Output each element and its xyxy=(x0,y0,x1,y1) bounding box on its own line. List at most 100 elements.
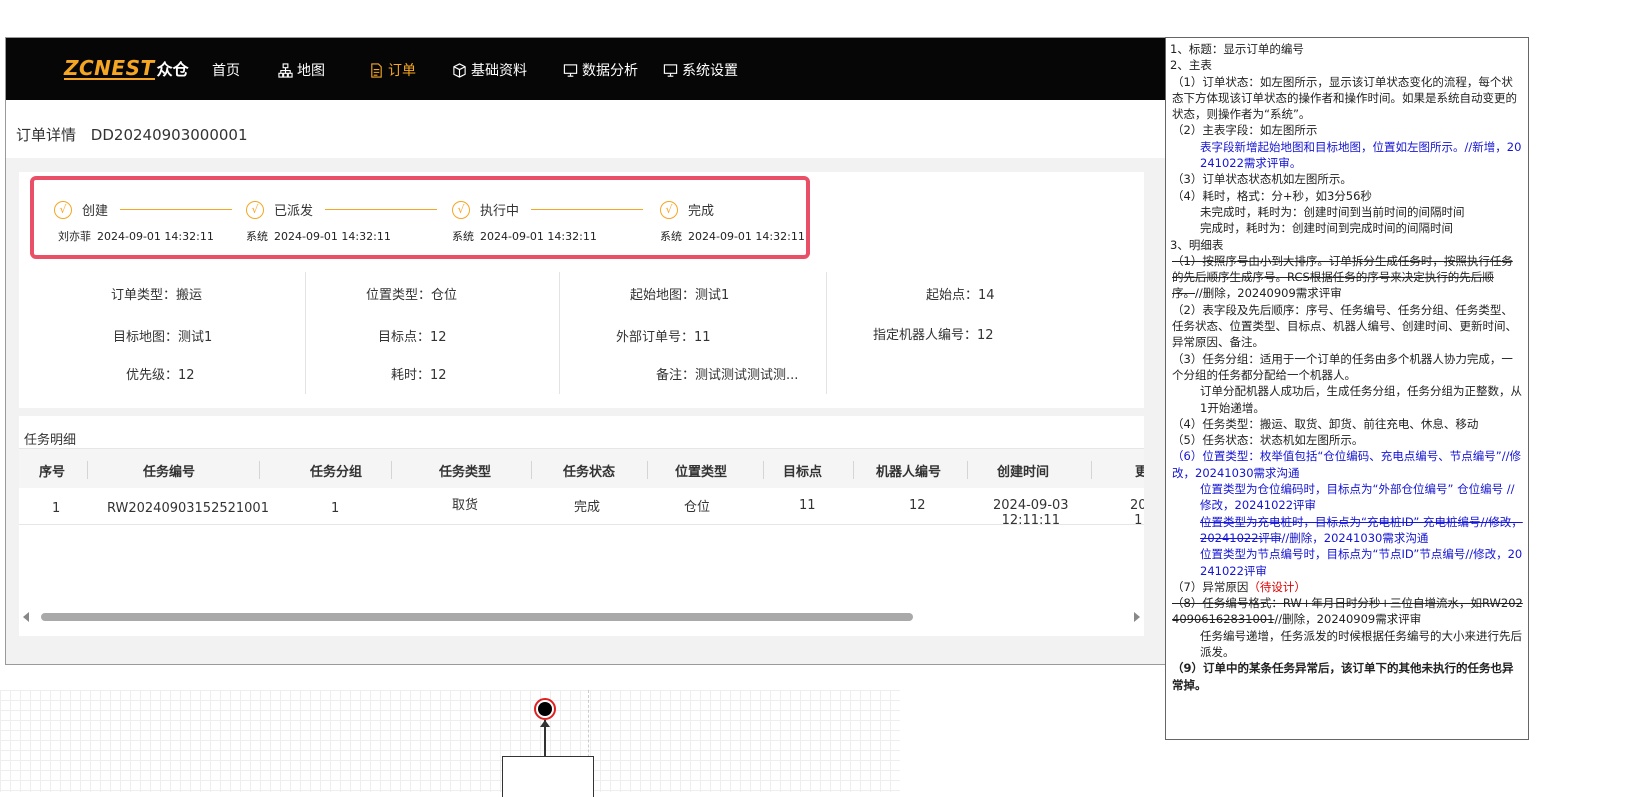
table-row[interactable]: 1 RW20240903152521001 1 取货 完成 仓位 11 12 2… xyxy=(19,488,1144,528)
table-header: 序号 任务编号 任务分组 任务类型 任务状态 位置类型 目标点 机器人编号 创建… xyxy=(19,448,1144,490)
cell-updated-clock: 1 xyxy=(1134,513,1143,528)
nav-label: 首页 xyxy=(212,63,240,79)
column-header[interactable]: 创建时间 xyxy=(997,461,1049,480)
detail-body: √ 创建 刘亦菲 2024-09-01 14:32:11 √ 已派发 系统 20… xyxy=(6,158,1199,664)
note-line: 表字段新增起始地图和目标地图，位置如左图所示。//新增，20241022需求评审… xyxy=(1200,139,1522,171)
task-detail-card: 任务明细 序号 任务编号 任务分组 任务类型 任务状态 位置类型 目标点 机器人… xyxy=(19,416,1144,636)
note-text: //删除，20240909需求评审 xyxy=(1274,612,1422,627)
cell-status: 完成 xyxy=(574,500,601,515)
column-header[interactable]: 机器人编号 xyxy=(876,461,941,480)
scroll-right-arrow-icon[interactable] xyxy=(1134,612,1140,622)
note-line: 未完成时，耗时为：创建时间到当前时间的间隔时间 xyxy=(1200,204,1465,219)
status-time: 2024-09-01 14:32:11 xyxy=(480,230,597,243)
note-line: 完成时，耗时为：创建时间到完成时间的间隔时间 xyxy=(1200,221,1453,236)
status-connector xyxy=(325,209,438,210)
status-time: 2024-09-01 14:32:11 xyxy=(274,230,391,243)
column-separator xyxy=(391,461,392,479)
field-location-type: 位置类型：仓位 xyxy=(366,288,458,303)
nav-label: 系统设置 xyxy=(682,63,738,79)
note-line: （4）耗时，格式：分+秒，如3分56秒 xyxy=(1172,188,1372,203)
note-line: （2）表字段及先后顺序：序号、任务编号、任务分组、任务类型、任务状态、位置类型、… xyxy=(1172,302,1517,350)
column-header[interactable]: 任务编号 xyxy=(143,461,195,480)
nav-item-orders[interactable]: 订单 xyxy=(369,60,416,80)
task-table: 序号 任务编号 任务分组 任务类型 任务状态 位置类型 目标点 机器人编号 创建… xyxy=(19,448,1144,618)
note-text: //删除，20240909需求评审 xyxy=(1195,286,1342,301)
column-separator xyxy=(87,461,88,479)
note-line: （3）订单状态状态机如左图所示。 xyxy=(1172,172,1352,187)
cell-created-clock: 12:11:11 xyxy=(1001,513,1060,528)
note-text: （7）异常原因 xyxy=(1172,579,1249,594)
status-operator: 系统 xyxy=(452,230,474,243)
field-remark: 备注：测试测试测试测... xyxy=(656,368,799,383)
status-operator: 刘亦菲 xyxy=(58,230,91,243)
column-header[interactable]: 任务分组 xyxy=(310,461,362,480)
status-step-label: 创建 xyxy=(82,204,109,219)
column-separator xyxy=(647,461,648,479)
nav-item-base-data[interactable]: 基础资料 xyxy=(452,60,527,80)
note-line: （8）任务编号格式：RW+年月日时分秒+三位自增流水，如RW2024090616… xyxy=(1170,595,1524,628)
note-line: 位置类型为充电桩时，目标点为“充电桩ID” 充电桩编号//修改，20241022… xyxy=(1170,514,1524,547)
detail-header: 订单详情 DD20240903000001 X xyxy=(6,100,1203,158)
nav-item-system-settings[interactable]: 系统设置 xyxy=(663,60,738,80)
status-step-executing: √ 执行中 系统 2024-09-01 14:32:11 xyxy=(452,200,644,260)
document-icon xyxy=(371,62,382,78)
field-target-map: 目标地图：测试1 xyxy=(113,330,213,345)
note-text: //删除，20241030需求沟通 xyxy=(1281,530,1429,545)
state-machine-diagram xyxy=(0,690,900,797)
arrow-icon xyxy=(540,720,550,760)
column-header[interactable]: 任务类型 xyxy=(439,461,491,480)
status-time: 2024-09-01 14:32:11 xyxy=(688,230,805,243)
nav-item-data-analysis[interactable]: 数据分析 xyxy=(563,60,638,80)
note-line: （5）任务状态：状态机如左图所示。 xyxy=(1172,433,1364,448)
check-circle-icon: √ xyxy=(660,200,678,219)
page-title: 订单详情 DD20240903000001 xyxy=(16,124,258,145)
note-line: （3）任务分组：适用于一个订单的任务由多个机器人协力完成，一个分组的任务都分配给… xyxy=(1172,351,1513,382)
column-header[interactable]: 位置类型 xyxy=(675,461,727,480)
column-header[interactable]: 更 xyxy=(1135,461,1144,480)
nav-item-home[interactable]: 首页 xyxy=(212,60,240,80)
field-start-point: 起始点：14 xyxy=(926,288,995,303)
field-elapsed: 耗时：12 xyxy=(391,368,447,383)
field-order-type: 订单类型：搬运 xyxy=(111,288,203,303)
state-node xyxy=(502,756,594,797)
note-line: （9）订单中的某条任务异常后，该订单下的其他未执行的任务也异常掉。 xyxy=(1172,661,1514,692)
status-step-label: 执行中 xyxy=(480,204,520,219)
field-start-map: 起始地图：测试1 xyxy=(630,288,730,303)
check-circle-icon: √ xyxy=(54,200,72,219)
cell-group: 1 xyxy=(331,501,340,516)
monitor-icon xyxy=(563,63,578,77)
scrollbar-thumb[interactable] xyxy=(41,613,913,621)
horizontal-scrollbar[interactable] xyxy=(19,610,1144,624)
cell-updated-time: 20 1 xyxy=(1130,498,1144,528)
column-divider xyxy=(305,272,306,394)
order-summary-card: √ 创建 刘亦菲 2024-09-01 14:32:11 √ 已派发 系统 20… xyxy=(19,172,1144,408)
sitemap-icon xyxy=(278,62,293,78)
nav-item-map[interactable]: 地图 xyxy=(278,60,325,80)
cell-created-date: 2024-09-03 xyxy=(993,498,1069,513)
note-line: 位置类型为仓位编码时，目标点为“外部仓位编号” 仓位编号 //修改，202410… xyxy=(1200,482,1515,513)
note-line: （4）任务类型：搬运、取货、卸货、前往充电、休息、移动 xyxy=(1172,416,1479,431)
note-line: 任务编号递增，任务派发的时候根据任务编号的大小来进行先后派发。 xyxy=(1200,628,1522,659)
start-node-icon xyxy=(534,698,556,720)
note-line: 2、主表 xyxy=(1170,58,1212,73)
cell-robot: 12 xyxy=(909,498,926,513)
column-separator xyxy=(1091,461,1092,479)
cell-location-type: 仓位 xyxy=(684,500,711,515)
scroll-left-arrow-icon[interactable] xyxy=(23,612,29,622)
status-step-created: √ 创建 刘亦菲 2024-09-01 14:32:11 xyxy=(54,200,233,260)
cell-task-no: RW20240903152521001 xyxy=(107,501,269,516)
note-line: 订单分配机器人成功后，生成任务分组，任务分组为正整数，从1开始递增。 xyxy=(1200,384,1522,415)
field-assigned-robot: 指定机器人编号：12 xyxy=(873,328,994,343)
field-target-point: 目标点：12 xyxy=(378,330,447,345)
status-time: 2024-09-01 14:32:11 xyxy=(97,230,214,243)
note-line: （2）主表字段：如左图所示 xyxy=(1172,123,1318,138)
column-header[interactable]: 序号 xyxy=(39,461,65,480)
note-line: （7）异常原因（待设计） xyxy=(1170,579,1524,595)
status-operator: 系统 xyxy=(246,230,268,243)
status-operator: 系统 xyxy=(660,230,682,243)
order-number: DD20240903000001 xyxy=(90,126,248,144)
column-header[interactable]: 任务状态 xyxy=(563,461,615,480)
column-header[interactable]: 目标点 xyxy=(783,461,822,480)
note-line: （1）订单状态：如左图所示，显示该订单状态变化的流程，每个状态下方体现该订单状态… xyxy=(1172,74,1517,122)
order-status-flow: √ 创建 刘亦菲 2024-09-01 14:32:11 √ 已派发 系统 20… xyxy=(30,176,810,259)
